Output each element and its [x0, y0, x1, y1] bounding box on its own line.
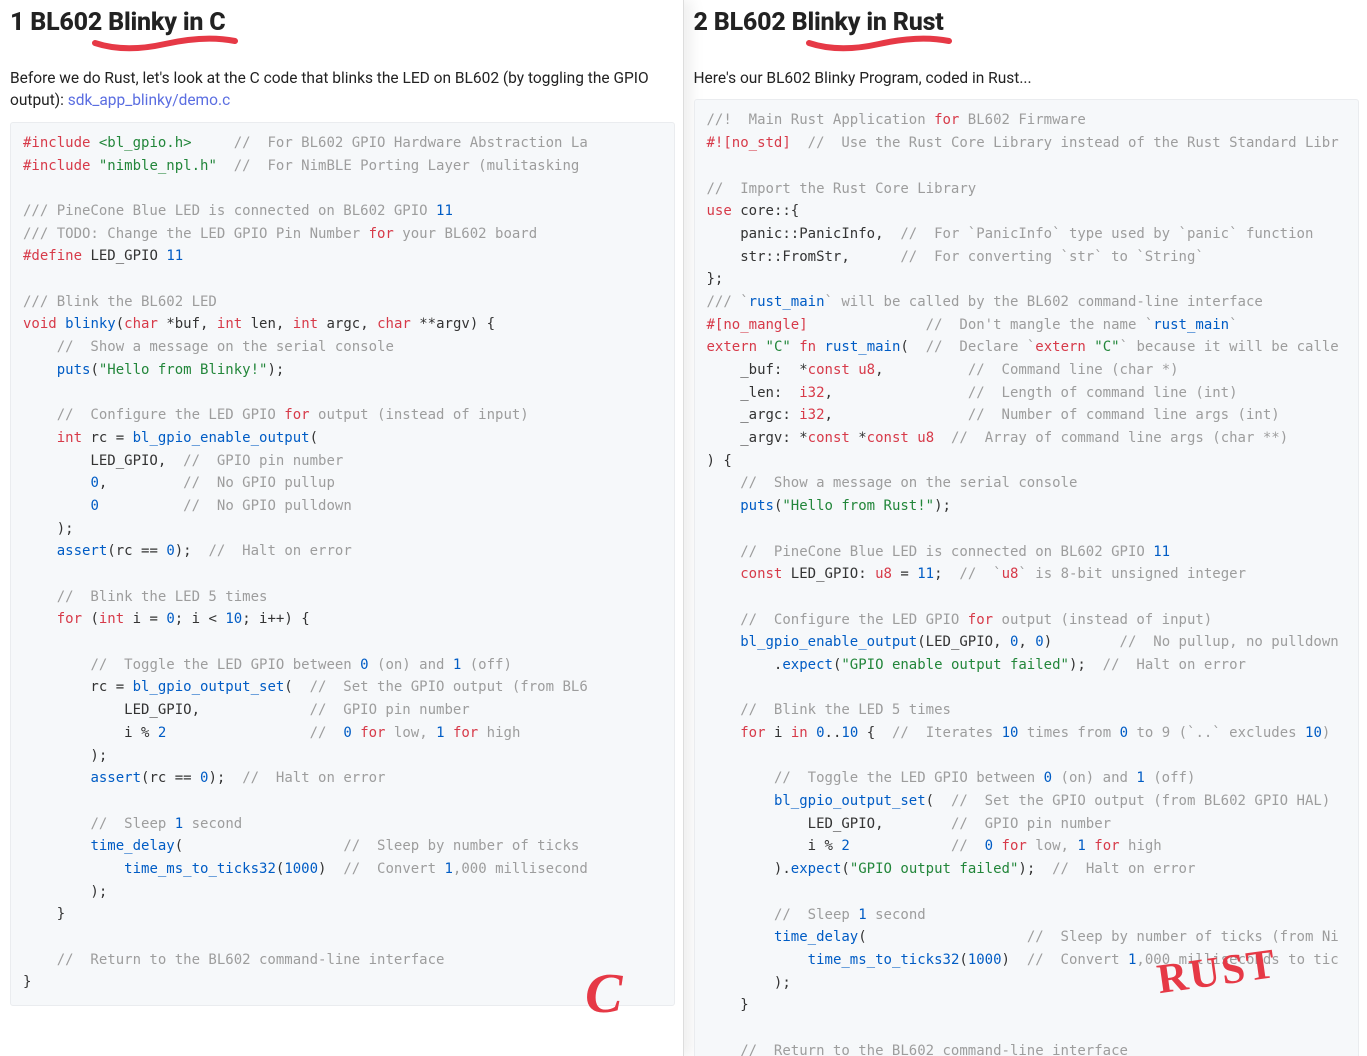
code-rust: //! Main Rust Application for BL602 Firm…: [707, 110, 1347, 1056]
underline-squiggle-icon: [90, 33, 240, 55]
intro-c: Before we do Rust, let's look at the C c…: [10, 67, 675, 112]
code-c: #include <bl_gpio.h> // For BL602 GPIO H…: [23, 133, 662, 995]
code-block-c: #include <bl_gpio.h> // For BL602 GPIO H…: [10, 122, 675, 1006]
underline-squiggle-icon: [804, 33, 954, 55]
column-rust: 2 BL602 Blinky in Rust Here's our BL602 …: [684, 0, 1367, 1056]
column-c: 1 BL602 Blinky in C Before we do Rust, l…: [0, 0, 684, 1056]
heading-rust: 2 BL602 Blinky in Rust: [694, 8, 1360, 37]
source-link-c[interactable]: sdk_app_blinky/demo.c: [68, 91, 230, 109]
intro-rust: Here's our BL602 Blinky Program, coded i…: [694, 67, 1360, 89]
two-column-layout: 1 BL602 Blinky in C Before we do Rust, l…: [0, 0, 1367, 1056]
code-block-rust: //! Main Rust Application for BL602 Firm…: [694, 99, 1360, 1056]
